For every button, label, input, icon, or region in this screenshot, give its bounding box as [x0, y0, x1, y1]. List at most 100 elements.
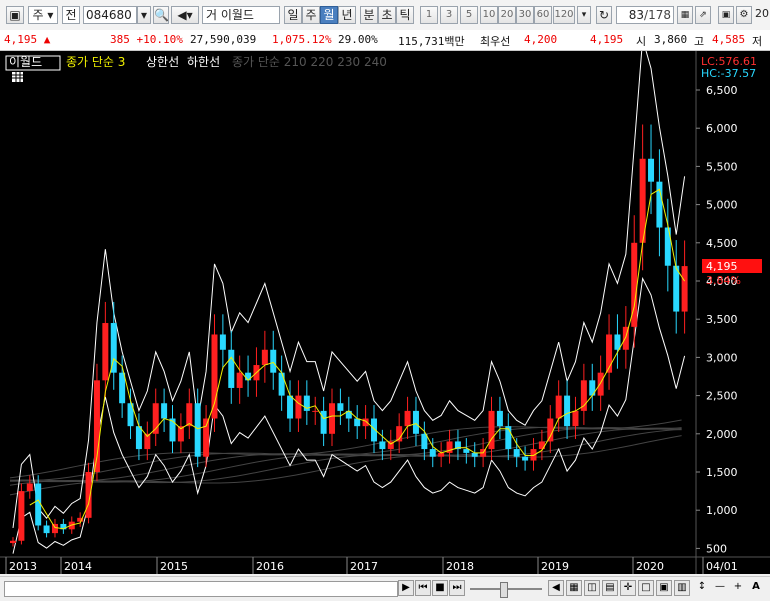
period-month[interactable]: 월 [320, 6, 338, 24]
cross-icon[interactable]: ✛ [620, 580, 636, 596]
interval-20[interactable]: 20 [498, 6, 516, 24]
panel-icon[interactable]: ▥ [674, 580, 690, 596]
candle-body [236, 372, 243, 388]
zoom-out-icon[interactable]: — [712, 580, 728, 596]
bottom-bar: ▶ ⏮ ■ ⏭ ◀ ▦ ◫ ▤ ✛ □ ▣ ▥ ↕ — + A [0, 576, 770, 601]
candle-body [211, 334, 218, 419]
candle-body [648, 158, 655, 182]
x-tick-label: 2017 [350, 560, 378, 573]
y-tick-label: 4,500 [706, 237, 738, 250]
prev-button[interactable]: ◀ [548, 580, 564, 596]
candle-body [429, 449, 436, 457]
scroll-start-button[interactable]: ⏮ [415, 580, 431, 596]
candle-body [10, 540, 16, 544]
low-label: 저 [752, 35, 763, 48]
scroll-end-button[interactable]: ⏭ [449, 580, 465, 596]
candle-body [656, 181, 663, 228]
chart-type-icon[interactable]: ⇗ [695, 6, 711, 24]
market-label: 주 [32, 8, 44, 22]
interval-dropdown-icon[interactable]: ▾ [577, 6, 591, 24]
scrollbar-track[interactable] [4, 581, 398, 597]
candle-body [51, 523, 58, 534]
price-chart[interactable]: 이월드 종가 단순 3 상한선 하한선 종가 단순 210 220 230 24… [0, 38, 770, 574]
trailing-label: 20 [755, 7, 769, 20]
sound-icon[interactable]: ◀▾ [171, 6, 199, 24]
turnover: 29.00% [338, 33, 378, 46]
candle-body [194, 403, 201, 457]
legend-series2[interactable]: 상한선 [146, 55, 179, 69]
split-icon[interactable]: ◫ [584, 580, 600, 596]
stop-button[interactable]: ■ [432, 580, 448, 596]
period-minute[interactable]: 분 [360, 6, 378, 24]
code-input[interactable]: 084680 [83, 6, 137, 24]
settings-icon[interactable]: ⚙ [736, 6, 752, 24]
interval-5[interactable]: 5 [460, 6, 478, 24]
interval-30[interactable]: 30 [516, 6, 534, 24]
grid-icon[interactable]: ▦ [677, 6, 693, 24]
chart-canvas[interactable]: 이월드 종가 단순 3 상한선 하한선 종가 단순 210 220 230 24… [0, 38, 770, 574]
box-icon[interactable]: ▣ [656, 580, 672, 596]
interval-60[interactable]: 60 [534, 6, 552, 24]
scroll-down-icon[interactable]: ↕ [694, 580, 710, 596]
y-tick-label: 3,000 [706, 351, 738, 364]
candle-body [312, 410, 319, 412]
candle-body [26, 483, 33, 492]
candle-body [270, 349, 277, 373]
zoom-in-icon[interactable]: + [730, 580, 746, 596]
candle-body [85, 472, 92, 518]
x-tick-label: 2016 [256, 560, 284, 573]
long-ma-line [9, 419, 682, 479]
interval-1[interactable]: 1 [420, 6, 438, 24]
amount: 115,731백만 [398, 35, 465, 48]
zoom-slider[interactable] [470, 581, 542, 598]
refresh-icon[interactable]: ↻ [596, 6, 612, 24]
candle-body [18, 491, 25, 541]
candle-body [186, 403, 193, 427]
candle-body [555, 395, 562, 419]
market2-select[interactable]: 전 [62, 6, 80, 24]
rect-icon[interactable]: □ [638, 580, 654, 596]
period-day[interactable]: 일 [284, 6, 302, 24]
auto-scale-button[interactable]: A [748, 580, 764, 596]
candle-body [681, 266, 688, 312]
candle-body [530, 449, 537, 461]
window-icon[interactable]: ▣ [6, 6, 24, 24]
market-select[interactable]: 주 ▾ [28, 6, 58, 24]
search-icon[interactable]: 🔍 [153, 6, 169, 24]
count-total: /178 [644, 8, 671, 22]
table-icon[interactable] [12, 72, 23, 82]
candle-body [572, 410, 579, 427]
y-tick-label: 5,500 [706, 160, 738, 173]
interval-3[interactable]: 3 [440, 6, 458, 24]
legend-series1[interactable]: 종가 단순 3 [66, 55, 125, 69]
period-week[interactable]: 주 [302, 6, 320, 24]
candle-body [161, 403, 168, 419]
period-tick[interactable]: 틱 [396, 6, 414, 24]
candle-body [673, 265, 680, 312]
candle-body [597, 372, 604, 396]
high-label: 고 [694, 35, 705, 48]
layout-icon[interactable]: ▦ [566, 580, 582, 596]
y-tick-label: 5,000 [706, 199, 738, 212]
x-axis: 2013 2014 2015 2016 2017 2018 2019 2020 04/01 [5, 557, 738, 574]
count-field[interactable]: 83/178 [616, 6, 674, 24]
legend-series4[interactable]: 종가 단순 210 220 230 240 [232, 55, 387, 69]
candle-body [119, 372, 126, 404]
candle-body [329, 403, 336, 434]
candle-body [471, 452, 478, 457]
interval-120[interactable]: 120 [553, 6, 575, 24]
code-dropdown-icon[interactable]: ▾ [137, 6, 151, 24]
candle-body [261, 349, 268, 366]
period-year[interactable]: 년 [338, 6, 356, 24]
period-second[interactable]: 초 [378, 6, 396, 24]
legend-series3[interactable]: 하한선 [187, 55, 220, 69]
grid-toggle-icon[interactable]: ▤ [602, 580, 618, 596]
save-icon[interactable]: ▣ [718, 6, 734, 24]
interval-10[interactable]: 10 [480, 6, 498, 24]
candle-body [538, 441, 545, 450]
stock-name-field[interactable]: 거 이월드 [202, 6, 280, 24]
candle-body [295, 395, 302, 419]
scroll-right-button[interactable]: ▶ [398, 580, 414, 596]
zoom-slider-handle[interactable] [500, 582, 508, 598]
change: 385 +10.10% [110, 33, 183, 46]
